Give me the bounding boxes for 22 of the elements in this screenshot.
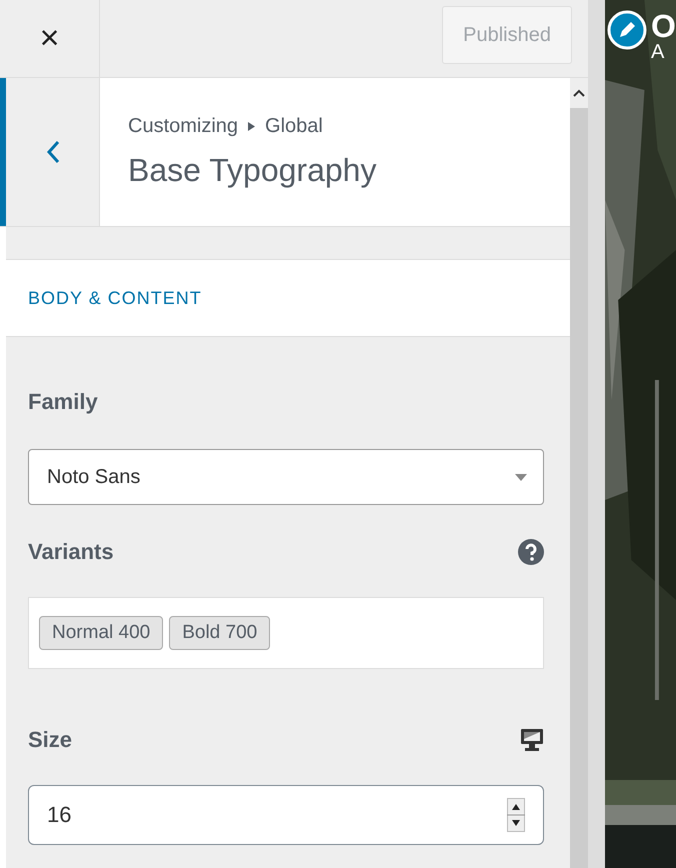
variant-tag[interactable]: Bold 700 (169, 616, 270, 650)
breadcrumb-text: Customizing (128, 115, 238, 138)
size-label: Size (28, 727, 72, 753)
caret-icon (515, 474, 527, 480)
desktop-icon[interactable] (520, 728, 544, 752)
back-button[interactable] (0, 78, 100, 226)
variants-label: Variants (28, 539, 114, 565)
spinner-icon[interactable] (507, 798, 525, 832)
site-title: O (651, 10, 676, 42)
breadcrumb-text: Global (265, 115, 323, 138)
section-title: Base Typography (128, 152, 376, 189)
size-field[interactable]: 16 (28, 785, 544, 845)
family-label: Family (28, 389, 98, 415)
group-title: BODY & CONTENT (28, 288, 202, 308)
scroll-up-icon[interactable] (573, 89, 585, 97)
variants-field[interactable]: Normal 400 Bold 700 (28, 597, 544, 669)
site-tagline: A (651, 42, 666, 62)
triangle-icon (248, 122, 256, 131)
help-icon[interactable] (518, 539, 544, 565)
variant-tag[interactable]: Normal 400 (39, 616, 164, 650)
back-icon (46, 140, 60, 164)
family-select[interactable]: Noto Sans (28, 449, 544, 505)
